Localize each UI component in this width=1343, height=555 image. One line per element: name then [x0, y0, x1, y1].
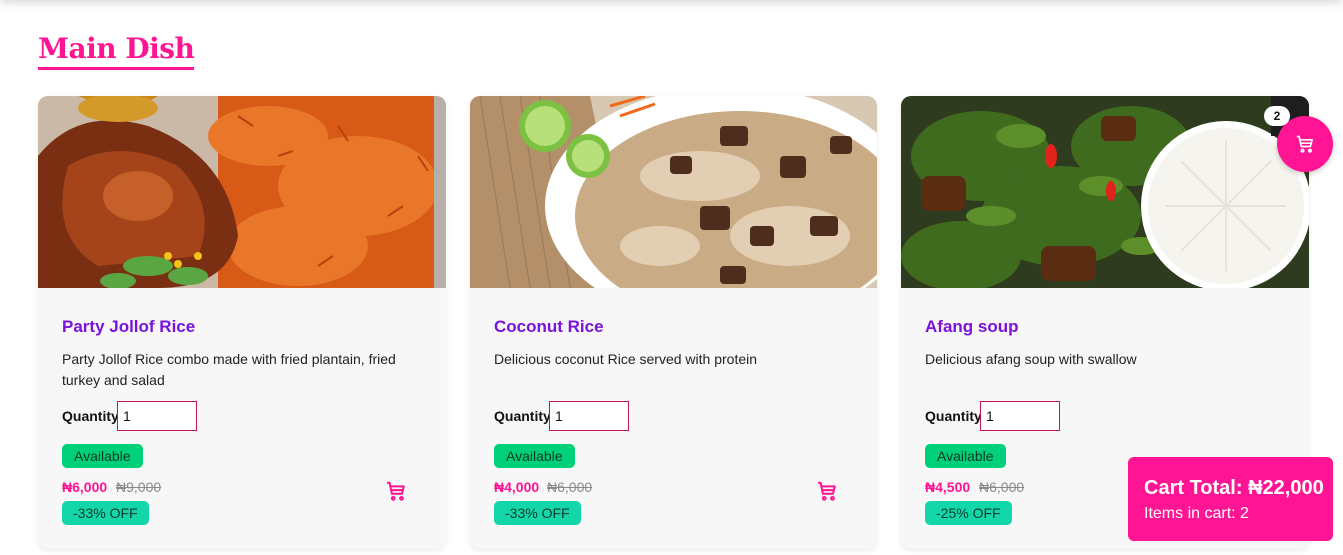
current-price: ₦6,000	[62, 479, 108, 495]
discount-badge: -33% OFF	[62, 501, 149, 525]
discount-badge: -33% OFF	[494, 501, 581, 525]
quantity-input[interactable]	[980, 401, 1060, 431]
quantity-label: Quantity	[925, 408, 982, 424]
product-name: Afang soup	[925, 317, 1019, 336]
product-description: Delicious coconut Rice served with prote…	[494, 351, 758, 367]
current-price: ₦4,000	[494, 479, 540, 495]
cart-summary[interactable]: Cart Total: ₦22,000 Items in cart: 2	[1128, 457, 1333, 541]
old-price: ₦6,000	[979, 479, 1025, 495]
current-price: ₦4,500	[925, 479, 971, 495]
cart-icon	[1296, 135, 1313, 153]
availability-badge: Available	[494, 444, 575, 468]
add-to-cart-button[interactable]	[815, 480, 839, 504]
old-price: ₦9,000	[116, 479, 162, 495]
availability-badge: Available	[925, 444, 1006, 468]
quantity-input[interactable]	[549, 401, 629, 431]
add-to-cart-button[interactable]	[384, 480, 408, 504]
product-name: Party Jollof Rice	[62, 317, 196, 336]
product-card: Party Jollof Rice Party Jollof Rice comb…	[38, 96, 446, 549]
page: Main Dish Party Jollof Rice Party Jollof…	[0, 0, 1343, 555]
product-name: Coconut Rice	[494, 317, 604, 336]
discount-badge: -25% OFF	[925, 501, 1012, 525]
product-description: Delicious afang soup with swallow	[925, 351, 1137, 367]
quantity-label: Quantity	[494, 408, 551, 424]
product-description: Party Jollof Rice combo made with fried …	[62, 351, 396, 388]
cart-icon	[817, 481, 836, 501]
afang-soup-image	[901, 96, 1309, 288]
jollof-rice-image	[38, 96, 446, 288]
cart-total-text: Cart Total: ₦22,000	[1144, 477, 1324, 499]
quantity-label: Quantity	[62, 408, 119, 424]
cart-count-badge: 2	[1264, 106, 1290, 126]
cart-items-text: Items in cart: 2	[1144, 505, 1249, 522]
coconut-rice-image	[470, 96, 877, 288]
section-title: Main Dish	[38, 31, 195, 70]
availability-badge: Available	[62, 444, 143, 468]
quantity-input[interactable]	[117, 401, 197, 431]
old-price: ₦6,000	[547, 479, 593, 495]
product-card: Coconut Rice Delicious coconut Rice serv…	[470, 96, 877, 549]
cart-icon	[386, 481, 405, 501]
